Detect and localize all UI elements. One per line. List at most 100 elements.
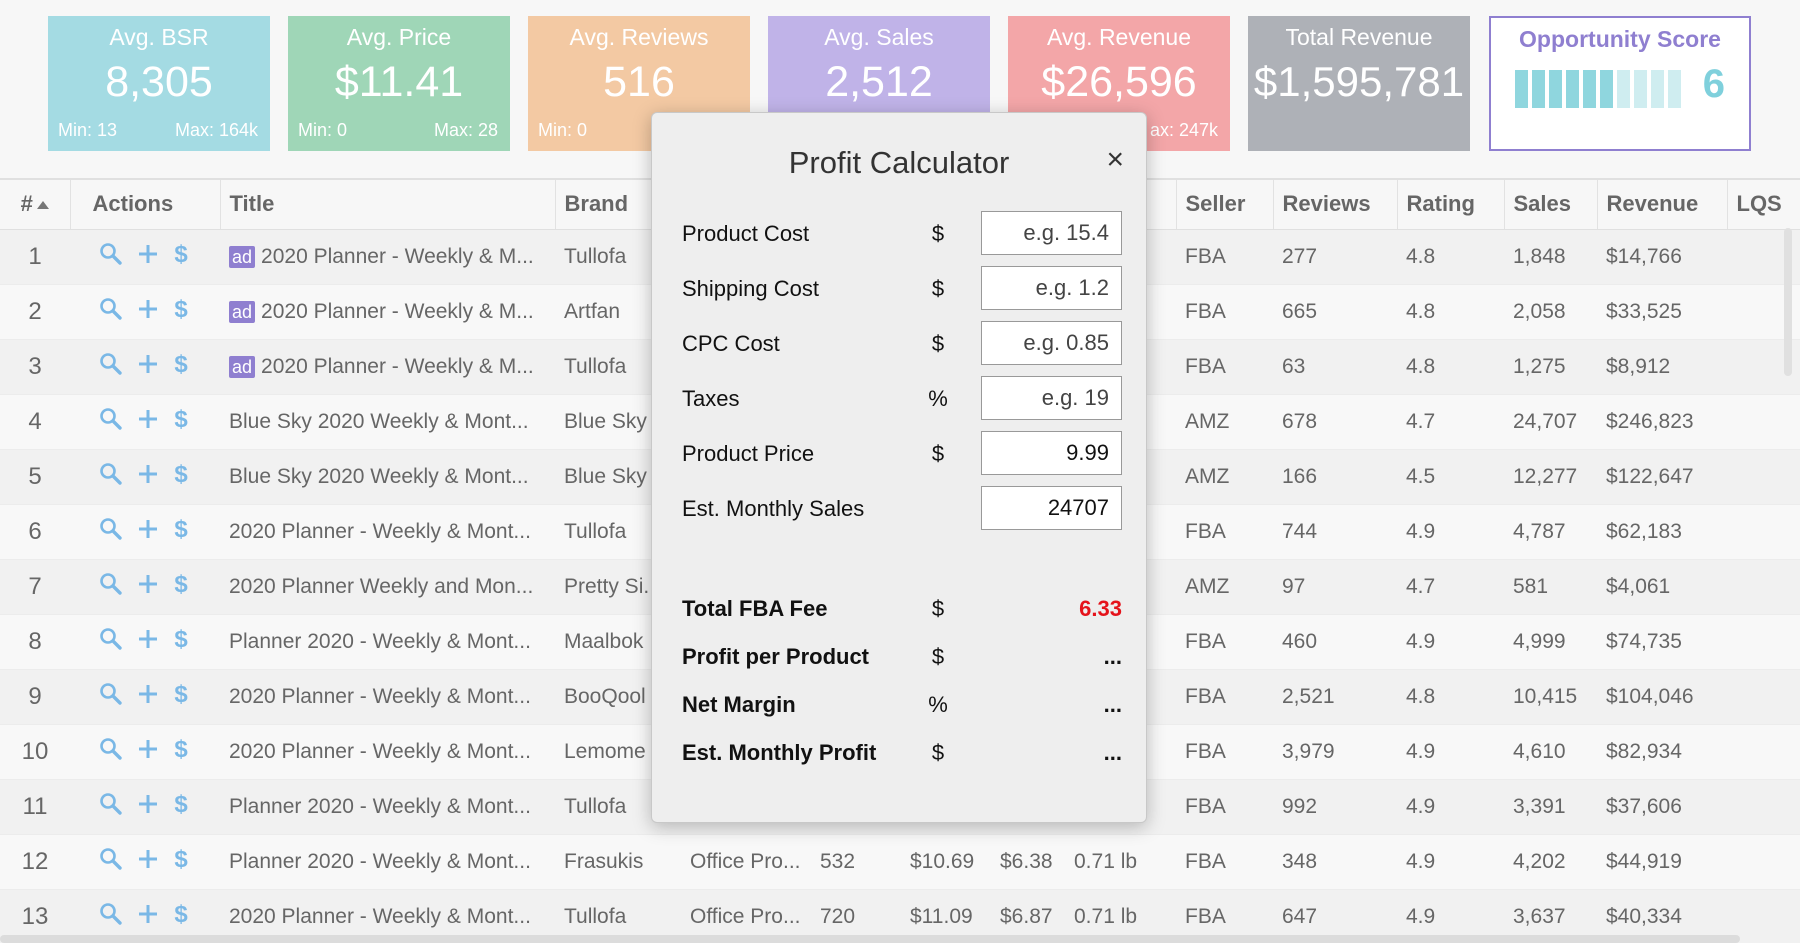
search-icon[interactable] [99, 517, 123, 541]
cell-title[interactable]: ad 2020 Planner - Weekly & M... [220, 229, 555, 285]
cell-rating: 4.9 [1397, 834, 1504, 890]
add-icon[interactable] [137, 573, 159, 595]
add-icon[interactable] [137, 683, 159, 705]
search-icon[interactable] [99, 297, 123, 321]
product-title[interactable]: 2020 Planner Weekly and Mon... [229, 575, 533, 598]
add-icon[interactable] [137, 848, 159, 870]
profit-calculator-icon[interactable]: $ [173, 846, 189, 872]
profit-calculator-icon[interactable]: $ [173, 901, 189, 927]
profit-calculator-icon[interactable]: $ [173, 571, 189, 597]
search-icon[interactable] [99, 352, 123, 376]
header-col-number[interactable]: # [0, 178, 71, 230]
product-cost-input[interactable] [981, 211, 1122, 255]
header-col-title[interactable]: Title [220, 178, 556, 230]
header-col-actions[interactable]: Actions [70, 178, 221, 230]
horizontal-scrollbar[interactable] [0, 935, 1740, 943]
cell-reviews: 2,521 [1273, 669, 1397, 725]
search-icon[interactable] [99, 682, 123, 706]
table-row[interactable]: 12 $ Planner 2020 - Weekly & Mont... Frasuk… [0, 834, 1800, 890]
search-icon[interactable] [99, 737, 123, 761]
search-icon[interactable] [99, 572, 123, 596]
product-title[interactable]: 2020 Planner - Weekly & Mont... [229, 520, 531, 543]
cell-title[interactable]: Blue Sky 2020 Weekly & Mont... [220, 394, 555, 450]
sort-ascending-icon[interactable] [36, 201, 49, 210]
vertical-scrollbar[interactable] [1784, 228, 1792, 376]
profit-calculator-icon[interactable]: $ [173, 626, 189, 652]
search-icon[interactable] [99, 462, 123, 486]
search-icon[interactable] [99, 902, 123, 926]
add-icon[interactable] [137, 463, 159, 485]
cell-title[interactable]: Blue Sky 2020 Weekly & Mont... [220, 449, 555, 505]
product-title[interactable]: Planner 2020 - Weekly & Mont... [229, 630, 531, 653]
cell-revenue: $74,735 [1597, 614, 1727, 670]
cell-title[interactable]: 2020 Planner Weekly and Mon... [220, 559, 555, 615]
product-title[interactable]: 2020 Planner - Weekly & Mont... [229, 740, 531, 763]
cell-actions: $ [70, 449, 220, 505]
search-icon[interactable] [99, 242, 123, 266]
net-margin-row: Net Margin % ... [682, 682, 1122, 726]
monthly-sales-input[interactable] [981, 486, 1122, 530]
cell-number: 2 [0, 284, 70, 340]
svg-text:$: $ [174, 461, 188, 487]
add-icon[interactable] [137, 298, 159, 320]
profit-calculator-icon[interactable]: $ [173, 681, 189, 707]
add-icon[interactable] [137, 408, 159, 430]
header-label: Reviews [1282, 191, 1371, 217]
search-icon[interactable] [99, 407, 123, 431]
profit-calculator-icon[interactable]: $ [173, 736, 189, 762]
cell-title[interactable]: 2020 Planner - Weekly & Mont... [220, 724, 555, 780]
product-title[interactable]: Blue Sky 2020 Weekly & Mont... [229, 465, 529, 488]
cell-title[interactable]: Planner 2020 - Weekly & Mont... [220, 614, 555, 670]
product-title[interactable]: 2020 Planner - Weekly & Mont... [229, 905, 531, 928]
search-icon[interactable] [99, 792, 123, 816]
cpc-cost-input[interactable] [981, 321, 1122, 365]
product-title[interactable]: 2020 Planner - Weekly & M... [261, 355, 534, 378]
product-title[interactable]: Planner 2020 - Weekly & Mont... [229, 850, 531, 873]
add-icon[interactable] [137, 793, 159, 815]
product-price-unit: $ [931, 441, 945, 466]
product-title[interactable]: 2020 Planner - Weekly & Mont... [229, 685, 531, 708]
cell-title[interactable]: Planner 2020 - Weekly & Mont... [220, 834, 555, 890]
shipping-cost-label: Shipping Cost [682, 276, 819, 301]
search-icon[interactable] [99, 847, 123, 871]
cell-title[interactable]: Planner 2020 - Weekly & Mont... [220, 779, 555, 835]
cell-title[interactable]: ad 2020 Planner - Weekly & M... [220, 284, 555, 340]
shipping-cost-input[interactable] [981, 266, 1122, 310]
header-col-revenue[interactable]: Revenue [1597, 178, 1728, 230]
cell-title[interactable]: 2020 Planner - Weekly & Mont... [220, 504, 555, 560]
product-title[interactable]: 2020 Planner - Weekly & M... [261, 300, 534, 323]
cell-reviews: 744 [1273, 504, 1397, 560]
close-icon[interactable]: × [1106, 143, 1124, 177]
product-title[interactable]: 2020 Planner - Weekly & M... [261, 245, 534, 268]
product-title[interactable]: Planner 2020 - Weekly & Mont... [229, 795, 531, 818]
profit-calculator-icon[interactable]: $ [173, 791, 189, 817]
add-icon[interactable] [137, 628, 159, 650]
profit-calculator-icon[interactable]: $ [173, 406, 189, 432]
cell-title[interactable]: ad 2020 Planner - Weekly & M... [220, 339, 555, 395]
header-col-seller[interactable]: Seller [1176, 178, 1274, 230]
add-icon[interactable] [137, 903, 159, 925]
cell-actions: $ [70, 339, 220, 395]
card-min: Min: 0 [538, 120, 588, 140]
header-col-sales[interactable]: Sales [1504, 178, 1598, 230]
add-icon[interactable] [137, 738, 159, 760]
profit-calculator-icon[interactable]: $ [173, 351, 189, 377]
header-col-reviews[interactable]: Reviews [1273, 178, 1398, 230]
cell-title[interactable]: 2020 Planner - Weekly & Mont... [220, 669, 555, 725]
row-actions: $ [79, 516, 189, 542]
profit-calculator-icon[interactable]: $ [173, 296, 189, 322]
add-icon[interactable] [137, 518, 159, 540]
product-title[interactable]: Blue Sky 2020 Weekly & Mont... [229, 410, 529, 433]
header-col-rating[interactable]: Rating [1397, 178, 1505, 230]
cell-revenue: $8,912 [1597, 339, 1727, 395]
add-icon[interactable] [137, 353, 159, 375]
add-icon[interactable] [137, 243, 159, 265]
search-icon[interactable] [99, 627, 123, 651]
profit-calculator-icon[interactable]: $ [173, 516, 189, 542]
header-col-lqs[interactable]: LQS [1727, 178, 1800, 230]
profit-calculator-icon[interactable]: $ [173, 241, 189, 267]
taxes-input[interactable] [981, 376, 1122, 420]
total-fba-fee-value: 6.33 [1079, 596, 1122, 621]
product-price-input[interactable] [981, 431, 1122, 475]
profit-calculator-icon[interactable]: $ [173, 461, 189, 487]
